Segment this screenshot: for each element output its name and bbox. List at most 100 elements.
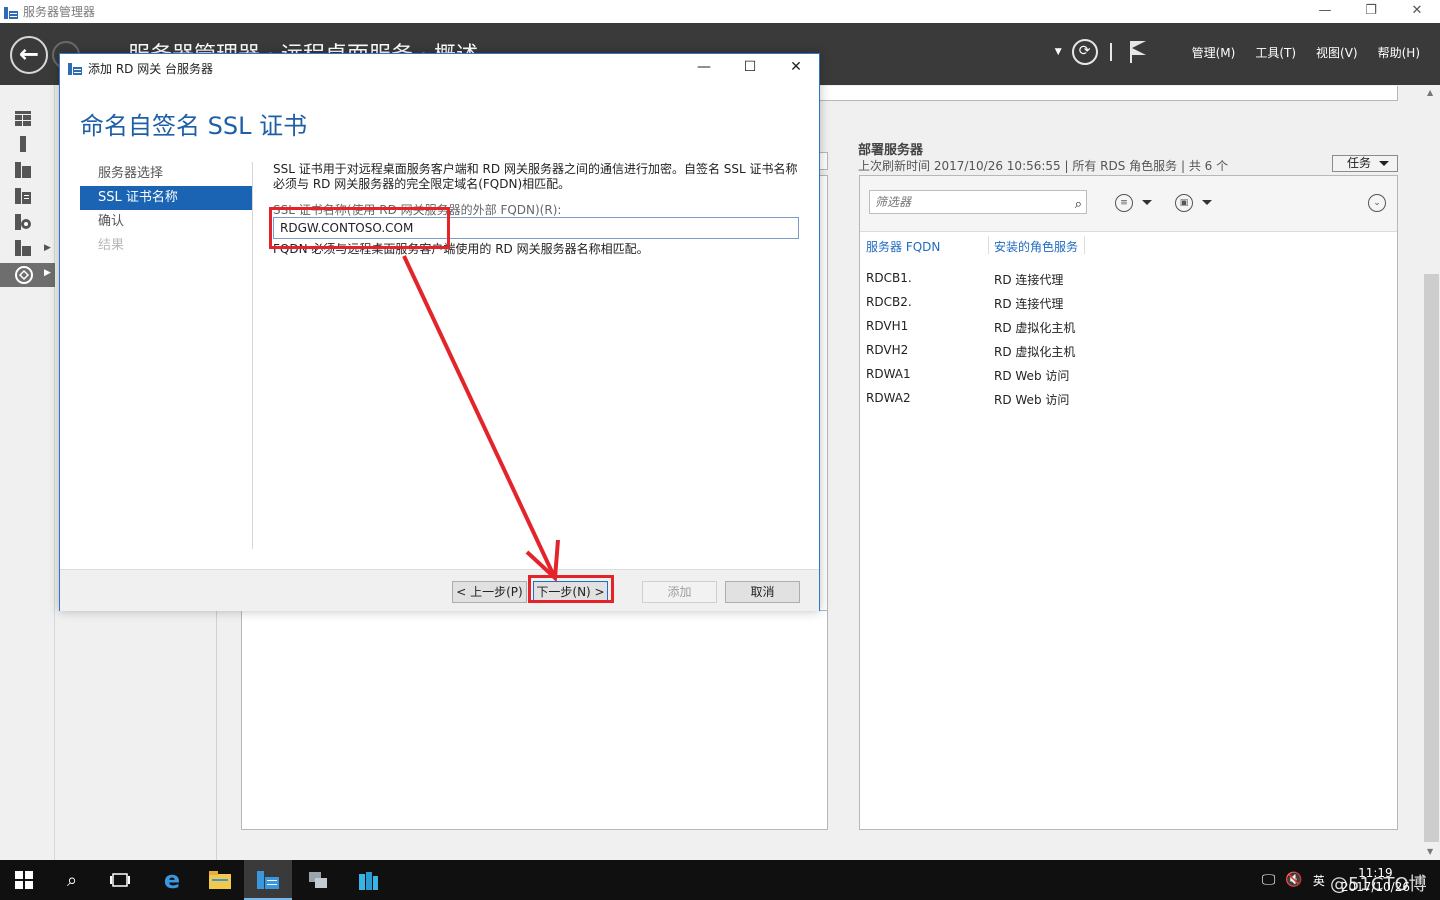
collapse-chevron-icon[interactable]: ⌄ [1368, 194, 1386, 212]
file-storage-icon[interactable] [15, 188, 33, 206]
dialog-titlebar[interactable]: 添加 RD 网关 台服务器 — ☐ ✕ [60, 54, 819, 82]
dialog-close-button[interactable]: ✕ [773, 54, 819, 82]
panel-divider [216, 611, 217, 860]
close-button[interactable]: ✕ [1394, 0, 1440, 23]
scroll-down-icon[interactable]: ▼ [1427, 847, 1433, 856]
column-divider [988, 236, 989, 254]
breadcrumb-dropdown-icon[interactable]: ▼ [1055, 47, 1062, 57]
start-button[interactable] [0, 860, 48, 900]
menu-tools[interactable]: 工具(T) [1255, 44, 1296, 61]
network-icon[interactable]: 🖵 [1262, 872, 1276, 888]
server-manager-taskbar-icon[interactable] [244, 860, 292, 900]
task-view-icon[interactable] [96, 860, 144, 900]
table-row-role: RD Web 访问 [994, 369, 1070, 383]
dialog-window-controls: — ☐ ✕ [681, 54, 819, 82]
expand-arrow-icon[interactable]: ▶ [44, 243, 51, 253]
add-button: 添加 [642, 581, 717, 603]
dialog-heading: 命名自签名 SSL 证书 [80, 112, 308, 140]
back-button[interactable]: ← [10, 36, 48, 74]
table-row-fqdn[interactable]: RDVH2 [866, 343, 908, 357]
deploy-servers-panel: 筛选器 ⌕ ≡ ▣ ⌄ 服务器 FQDN 安装的角色服务 RDCB1. RD 连… [859, 175, 1398, 830]
dropdown-caret-icon[interactable] [1202, 200, 1212, 205]
table-row-role: RD 连接代理 [994, 273, 1064, 287]
network-tool-icon[interactable] [294, 860, 342, 900]
ie-icon[interactable]: e [148, 860, 196, 900]
wizard-step-confirm[interactable]: 确认 [80, 210, 252, 234]
windows-icon [15, 871, 33, 889]
dropdown-caret-icon[interactable] [1142, 200, 1152, 205]
dropdown-caret-icon [1379, 161, 1389, 166]
column-header-roles[interactable]: 安装的角色服务 [994, 238, 1078, 255]
menu-view[interactable]: 视图(V) [1316, 44, 1358, 61]
taskbar: ⌕ e 🖵 🔇 英 11:19 2017/10/26 [0, 860, 1440, 900]
dialog-footer: < 上一步(P) 下一步(N) > 添加 取消 [60, 569, 819, 611]
server-manager-icon [4, 5, 18, 19]
tasks-dropdown[interactable]: 任务 [1332, 155, 1398, 172]
search-icon[interactable]: ⌕ [1075, 194, 1082, 216]
app-titlebar: 服务器管理器 — ❐ ✕ [0, 0, 1440, 23]
annotation-box-next [528, 575, 614, 603]
wizard-step-server-selection[interactable]: 服务器选择 [80, 162, 252, 186]
filter-bar: 筛选器 ⌕ ≡ ▣ ⌄ [860, 176, 1397, 232]
cancel-button[interactable]: 取消 [725, 581, 800, 603]
refresh-icon[interactable]: ⟳ [1071, 39, 1098, 65]
local-server-icon[interactable] [15, 136, 33, 154]
remote-desktop-icon [15, 266, 33, 284]
all-servers-icon[interactable] [15, 162, 33, 180]
deploy-servers-title: 部署服务器 [858, 143, 924, 158]
dialog-maximize-button[interactable]: ☐ [727, 54, 773, 82]
overview-panel [241, 611, 828, 830]
window-controls: — ❐ ✕ [1302, 0, 1440, 23]
table-row-fqdn[interactable]: RDWA2 [866, 391, 911, 405]
tasks-label: 任务 [1347, 156, 1372, 170]
table-row-role: RD 连接代理 [994, 297, 1064, 311]
table-row-role: RD Web 访问 [994, 393, 1070, 407]
scroll-thumb[interactable] [1424, 274, 1439, 842]
wizard-step-ssl-cert-name[interactable]: SSL 证书名称 [80, 186, 252, 210]
back-arrow-icon: ← [18, 40, 40, 68]
previous-button[interactable]: < 上一步(P) [452, 581, 527, 603]
search-icon[interactable]: ⌕ [48, 860, 96, 900]
minimize-button[interactable]: — [1302, 0, 1348, 23]
restore-button[interactable]: ❐ [1348, 0, 1394, 23]
menu-help[interactable]: 帮助(H) [1378, 44, 1420, 61]
table-row-fqdn[interactable]: RDVH1 [866, 319, 908, 333]
file-explorer-icon[interactable] [196, 860, 244, 900]
watermark-text: @51CTO博客 [1330, 874, 1427, 895]
list-options-icon[interactable]: ≡ [1115, 194, 1133, 212]
save-query-icon[interactable]: ▣ [1175, 194, 1193, 212]
add-rd-gateway-dialog: 添加 RD 网关 台服务器 — ☐ ✕ 命名自签名 SSL 证书 服务器选择 S… [59, 53, 820, 611]
notification-flag-icon[interactable] [1129, 41, 1148, 63]
wizard-nav: 服务器选择 SSL 证书名称 确认 结果 [80, 162, 252, 258]
filter-input[interactable]: 筛选器 ⌕ [869, 190, 1087, 214]
menu-manage[interactable]: 管理(M) [1192, 44, 1236, 61]
table-row-fqdn[interactable]: RDCB1. [866, 271, 912, 285]
top-panel-edge [818, 86, 1398, 101]
rds-roles-icon[interactable] [15, 240, 33, 258]
storage-tool-icon[interactable] [344, 860, 392, 900]
dashboard-icon[interactable] [15, 111, 33, 129]
annotation-box-input [269, 207, 450, 249]
header-toolbar: ▼ ⟳ 管理(M) 工具(T) 视图(V) 帮助(H) [1055, 39, 1420, 65]
table-row-role: RD 虚拟化主机 [994, 345, 1076, 359]
ssl-description: SSL 证书用于对远程桌面服务客户端和 RD 网关服务器之间的通信进行加密。自签… [273, 162, 798, 191]
column-divider [1084, 236, 1085, 254]
wizard-step-results: 结果 [98, 238, 125, 253]
table-row-fqdn[interactable]: RDWA1 [866, 367, 911, 381]
table-row-role: RD 虚拟化主机 [994, 321, 1076, 335]
scroll-up-icon[interactable]: ▲ [1427, 88, 1433, 97]
filter-placeholder: 筛选器 [875, 195, 912, 209]
app-title: 服务器管理器 [23, 5, 96, 19]
deploy-servers-subtitle: 上次刷新时间 2017/10/26 10:56:55 | 所有 RDS 角色服务… [858, 159, 1229, 173]
expand-arrow-icon: ▶ [44, 268, 51, 278]
column-header-fqdn[interactable]: 服务器 FQDN [866, 238, 940, 255]
dialog-minimize-button[interactable]: — [681, 54, 727, 82]
dialog-title: 添加 RD 网关 台服务器 [88, 61, 214, 76]
iis-icon[interactable] [15, 214, 33, 232]
volume-muted-icon[interactable]: 🔇 [1285, 872, 1302, 888]
toolbar-separator [1109, 43, 1112, 61]
rail-item-remote-desktop-selected[interactable]: ▶ [0, 263, 55, 287]
ime-indicator[interactable]: 英 [1313, 872, 1325, 889]
nav-divider [252, 162, 253, 549]
table-row-fqdn[interactable]: RDCB2. [866, 295, 912, 309]
